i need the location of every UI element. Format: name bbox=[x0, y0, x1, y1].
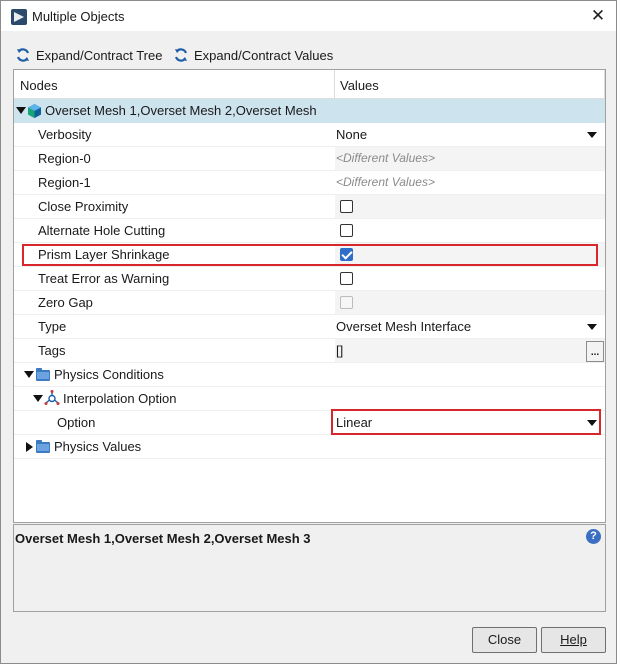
type-row[interactable]: Type Overset Mesh Interface bbox=[14, 315, 605, 339]
prism-layer-shrinkage-cell[interactable] bbox=[335, 243, 605, 267]
region0-value-cell[interactable]: <Different Values> bbox=[335, 147, 605, 171]
region1-row[interactable]: Region-1 <Different Values> bbox=[14, 171, 605, 195]
refresh-icon bbox=[16, 48, 30, 62]
close-proximity-checkbox[interactable] bbox=[340, 200, 353, 213]
zero-gap-row[interactable]: Zero Gap bbox=[14, 291, 605, 315]
treat-error-label: Treat Error as Warning bbox=[38, 271, 170, 286]
expand-contract-values-button[interactable]: Expand/Contract Values bbox=[173, 45, 333, 65]
alternate-hole-cutting-row[interactable]: Alternate Hole Cutting bbox=[14, 219, 605, 243]
window-title: Multiple Objects bbox=[32, 9, 125, 24]
type-value: Overset Mesh Interface bbox=[336, 319, 472, 334]
chevron-down-icon[interactable] bbox=[587, 132, 597, 138]
description-text: Overset Mesh 1,Overset Mesh 2,Overset Me… bbox=[15, 531, 311, 546]
region1-label: Region-1 bbox=[38, 175, 91, 190]
chevron-down-icon[interactable] bbox=[587, 324, 597, 330]
interpolation-option-label: Interpolation Option bbox=[63, 391, 177, 406]
treat-error-cell[interactable] bbox=[335, 267, 605, 291]
option-row[interactable]: Option Linear bbox=[14, 411, 605, 435]
prism-layer-shrinkage-checkbox[interactable] bbox=[340, 248, 353, 261]
close-proximity-cell[interactable] bbox=[335, 195, 605, 219]
zero-gap-cell bbox=[335, 291, 605, 315]
type-label: Type bbox=[38, 319, 67, 334]
region0-value: <Different Values> bbox=[336, 151, 435, 165]
close-proximity-label: Close Proximity bbox=[38, 199, 129, 214]
collapse-arrow-icon[interactable] bbox=[33, 395, 43, 402]
description-panel: Overset Mesh 1,Overset Mesh 2,Overset Me… bbox=[13, 524, 606, 612]
region0-label: Region-0 bbox=[38, 151, 91, 166]
app-logo-icon bbox=[11, 9, 27, 25]
tags-value: [] bbox=[336, 343, 344, 358]
close-window-icon[interactable]: ✕ bbox=[586, 5, 610, 27]
verbosity-row[interactable]: Verbosity None bbox=[14, 123, 605, 147]
collapse-arrow-icon[interactable] bbox=[24, 371, 34, 378]
zero-gap-checkbox bbox=[340, 296, 353, 309]
dialog-window: Multiple Objects ✕ Expand/Contract Tree … bbox=[0, 0, 617, 664]
alternate-hole-cutting-label: Alternate Hole Cutting bbox=[38, 223, 166, 238]
alternate-hole-cutting-cell[interactable] bbox=[335, 219, 605, 243]
expand-contract-tree-button[interactable]: Expand/Contract Tree bbox=[15, 45, 162, 65]
chevron-down-icon[interactable] bbox=[587, 420, 597, 426]
physics-conditions-row[interactable]: Physics Conditions bbox=[14, 363, 605, 387]
type-dropdown[interactable]: Overset Mesh Interface bbox=[335, 315, 605, 339]
treat-error-row[interactable]: Treat Error as Warning bbox=[14, 267, 605, 291]
option-value: Linear bbox=[336, 415, 373, 430]
tree-header: Nodes Values bbox=[14, 70, 605, 99]
region0-row[interactable]: Region-0 <Different Values> bbox=[14, 147, 605, 171]
folder-icon bbox=[36, 368, 50, 381]
prism-layer-shrinkage-label: Prism Layer Shrinkage bbox=[38, 247, 170, 262]
interpolation-icon bbox=[44, 390, 60, 405]
alternate-hole-cutting-checkbox[interactable] bbox=[340, 224, 353, 237]
zero-gap-label: Zero Gap bbox=[38, 295, 93, 310]
tags-cell[interactable]: [] ... bbox=[335, 339, 605, 363]
tree-root-row[interactable]: Overset Mesh 1,Overset Mesh 2,Overset Me… bbox=[14, 99, 605, 123]
physics-values-row[interactable]: Physics Values bbox=[14, 435, 605, 459]
root-label: Overset Mesh 1,Overset Mesh 2,Overset Me… bbox=[45, 103, 317, 118]
physics-values-label: Physics Values bbox=[54, 439, 142, 454]
tags-label: Tags bbox=[38, 343, 66, 358]
physics-conditions-label: Physics Conditions bbox=[54, 367, 164, 382]
values-column-header[interactable]: Values bbox=[340, 78, 379, 93]
close-button[interactable]: Close bbox=[472, 627, 537, 653]
close-proximity-row[interactable]: Close Proximity bbox=[14, 195, 605, 219]
refresh-icon bbox=[174, 48, 188, 62]
option-dropdown[interactable]: Linear bbox=[335, 411, 605, 435]
tags-row[interactable]: Tags [] ... bbox=[14, 339, 605, 363]
option-label: Option bbox=[57, 415, 96, 430]
mesh-cube-icon bbox=[28, 104, 41, 118]
expand-arrow-icon[interactable] bbox=[26, 442, 33, 452]
region1-value: <Different Values> bbox=[336, 175, 435, 189]
verbosity-value: None bbox=[336, 127, 368, 142]
help-button-label: Help bbox=[560, 632, 587, 647]
expand-values-label: Expand/Contract Values bbox=[194, 47, 334, 63]
verbosity-dropdown[interactable]: None bbox=[335, 123, 605, 147]
folder-icon bbox=[36, 440, 50, 453]
region1-value-cell[interactable]: <Different Values> bbox=[335, 171, 605, 195]
verbosity-label: Verbosity bbox=[38, 127, 92, 142]
expand-tree-label: Expand/Contract Tree bbox=[36, 47, 163, 63]
help-button[interactable]: Help bbox=[541, 627, 606, 653]
property-tree[interactable]: Nodes Values Overset Mesh 1,Overset Mesh… bbox=[13, 69, 606, 523]
treat-error-checkbox[interactable] bbox=[340, 272, 353, 285]
tags-ellipsis-button[interactable]: ... bbox=[586, 341, 604, 362]
collapse-arrow-icon[interactable] bbox=[16, 107, 26, 114]
prism-layer-shrinkage-row[interactable]: Prism Layer Shrinkage bbox=[14, 243, 605, 267]
help-icon[interactable]: ? bbox=[586, 529, 601, 544]
nodes-column-header[interactable]: Nodes bbox=[20, 78, 58, 93]
interpolation-option-row[interactable]: Interpolation Option bbox=[14, 387, 605, 411]
title-bar: Multiple Objects ✕ bbox=[1, 1, 616, 31]
